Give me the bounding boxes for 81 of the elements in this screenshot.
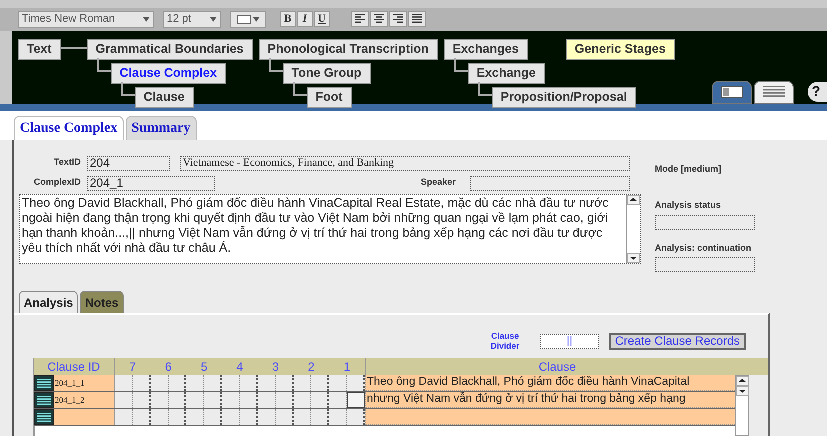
record-icon[interactable]	[34, 375, 54, 392]
nav-node[interactable]: Foot	[306, 86, 352, 108]
size-dropdown[interactable]: 12 pt	[163, 10, 221, 28]
help-button[interactable]: ?	[808, 82, 827, 102]
continuation-field[interactable]	[655, 257, 755, 272]
view-tab[interactable]	[754, 80, 794, 104]
align-button[interactable]	[389, 11, 407, 28]
divider-label: Clause Divider	[490, 331, 521, 352]
caret-icon	[210, 16, 217, 22]
clause-cell[interactable]	[365, 409, 735, 426]
clause-cell[interactable]: nhưng Việt Nam vẫn đứng ở vị trí thứ hai trong bảng xếp hạng	[365, 392, 735, 408]
font-name: Times New Roman	[22, 12, 116, 27]
slot-cell[interactable]	[347, 392, 366, 408]
record-icon[interactable]	[34, 392, 54, 408]
list-view-icon	[763, 86, 785, 98]
column-header: 7	[128, 359, 138, 376]
record-icon[interactable]	[34, 409, 54, 426]
scroll-down-icon	[736, 386, 749, 396]
create-records-button[interactable]: Create Clause Records	[609, 332, 746, 350]
clause-id-cell: 204_1_2	[54, 394, 85, 406]
align-icon	[392, 14, 404, 24]
text-scrollbar[interactable]	[626, 194, 640, 263]
nav-node[interactable]: Clause	[134, 86, 194, 108]
field-label: TextID	[53, 156, 81, 170]
clause-id-cell: 204_1_1	[54, 376, 85, 390]
tab[interactable]: Analysis	[19, 291, 78, 314]
align-icon	[373, 14, 385, 24]
nav-node[interactable]: Grammatical Boundaries	[86, 38, 253, 60]
table-scrollbar[interactable]	[735, 375, 749, 436]
analysis-status-field[interactable]	[655, 214, 755, 230]
connector-line	[60, 46, 87, 49]
nav-node[interactable]: Exchange	[468, 62, 545, 84]
tab[interactable]: Notes	[80, 291, 124, 314]
text-style-button[interactable]: U	[314, 11, 330, 28]
column-header: 3	[271, 359, 280, 376]
caret-icon	[143, 16, 150, 22]
text-id-field[interactable]: 204	[87, 156, 170, 171]
scroll-up-icon	[736, 376, 749, 386]
align-icon	[354, 14, 366, 24]
nav-node[interactable]: Phonological Transcription	[258, 38, 438, 60]
clause-text: Theo ông David Blackhall, Phó giám đốc điều hành VinaCapital	[366, 374, 690, 390]
field-label: Speaker	[421, 176, 456, 190]
nav-node[interactable]: Proposition/Proposal	[492, 86, 636, 108]
align-icon	[411, 14, 423, 24]
font-dropdown[interactable]: Times New Roman	[18, 10, 154, 28]
field-label: ComplexID	[32, 176, 81, 190]
nav-node[interactable]: Exchanges	[444, 38, 528, 60]
border-dropdown[interactable]	[230, 10, 266, 28]
field-label: Analysis status	[655, 199, 722, 212]
column-header: 5	[200, 359, 209, 376]
column-header: 1	[342, 359, 352, 376]
clause-text: nhưng Việt Nam vẫn đứng ở vị trí thứ hai trong bảng xếp hạng	[366, 391, 686, 407]
form-view-icon	[721, 86, 743, 98]
nav-node[interactable]: Generic Stages	[566, 38, 675, 60]
align-button[interactable]	[370, 11, 388, 28]
align-button[interactable]	[408, 11, 426, 28]
column-header: 4	[236, 359, 244, 376]
nav-node[interactable]: Clause Complex	[110, 62, 226, 84]
scroll-down-icon	[627, 252, 640, 263]
divider-field[interactable]: ||	[540, 334, 600, 349]
text-title-field[interactable]: Vietnamese - Economics, Finance, and Banking	[180, 156, 630, 171]
column-header: 2	[307, 359, 316, 376]
nav-node[interactable]: Text	[18, 38, 61, 60]
scroll-up-icon	[627, 194, 640, 205]
clause-cell[interactable]: Theo ông David Blackhall, Phó giám đốc điều hành VinaCapital	[365, 375, 735, 392]
align-button[interactable]	[351, 11, 369, 28]
border-icon	[236, 14, 250, 24]
text-style-button[interactable]: B	[280, 11, 296, 28]
mode-label: Mode [medium]	[655, 162, 722, 176]
view-tab[interactable]	[712, 80, 752, 104]
tab[interactable]: Clause Complex	[14, 116, 124, 140]
font-size: 12 pt	[167, 12, 192, 27]
tab[interactable]: Summary	[126, 116, 197, 140]
field-label: Analysis: continuation	[655, 242, 753, 255]
complex-id-field[interactable]: 204_1	[87, 176, 215, 191]
nav-node[interactable]: Tone Group	[282, 62, 371, 84]
column-header: 6	[164, 359, 173, 376]
text-style-button[interactable]: I	[297, 11, 313, 28]
caret-icon	[252, 16, 260, 22]
speaker-field[interactable]	[470, 176, 630, 191]
column-header: Clause ID	[46, 359, 102, 376]
